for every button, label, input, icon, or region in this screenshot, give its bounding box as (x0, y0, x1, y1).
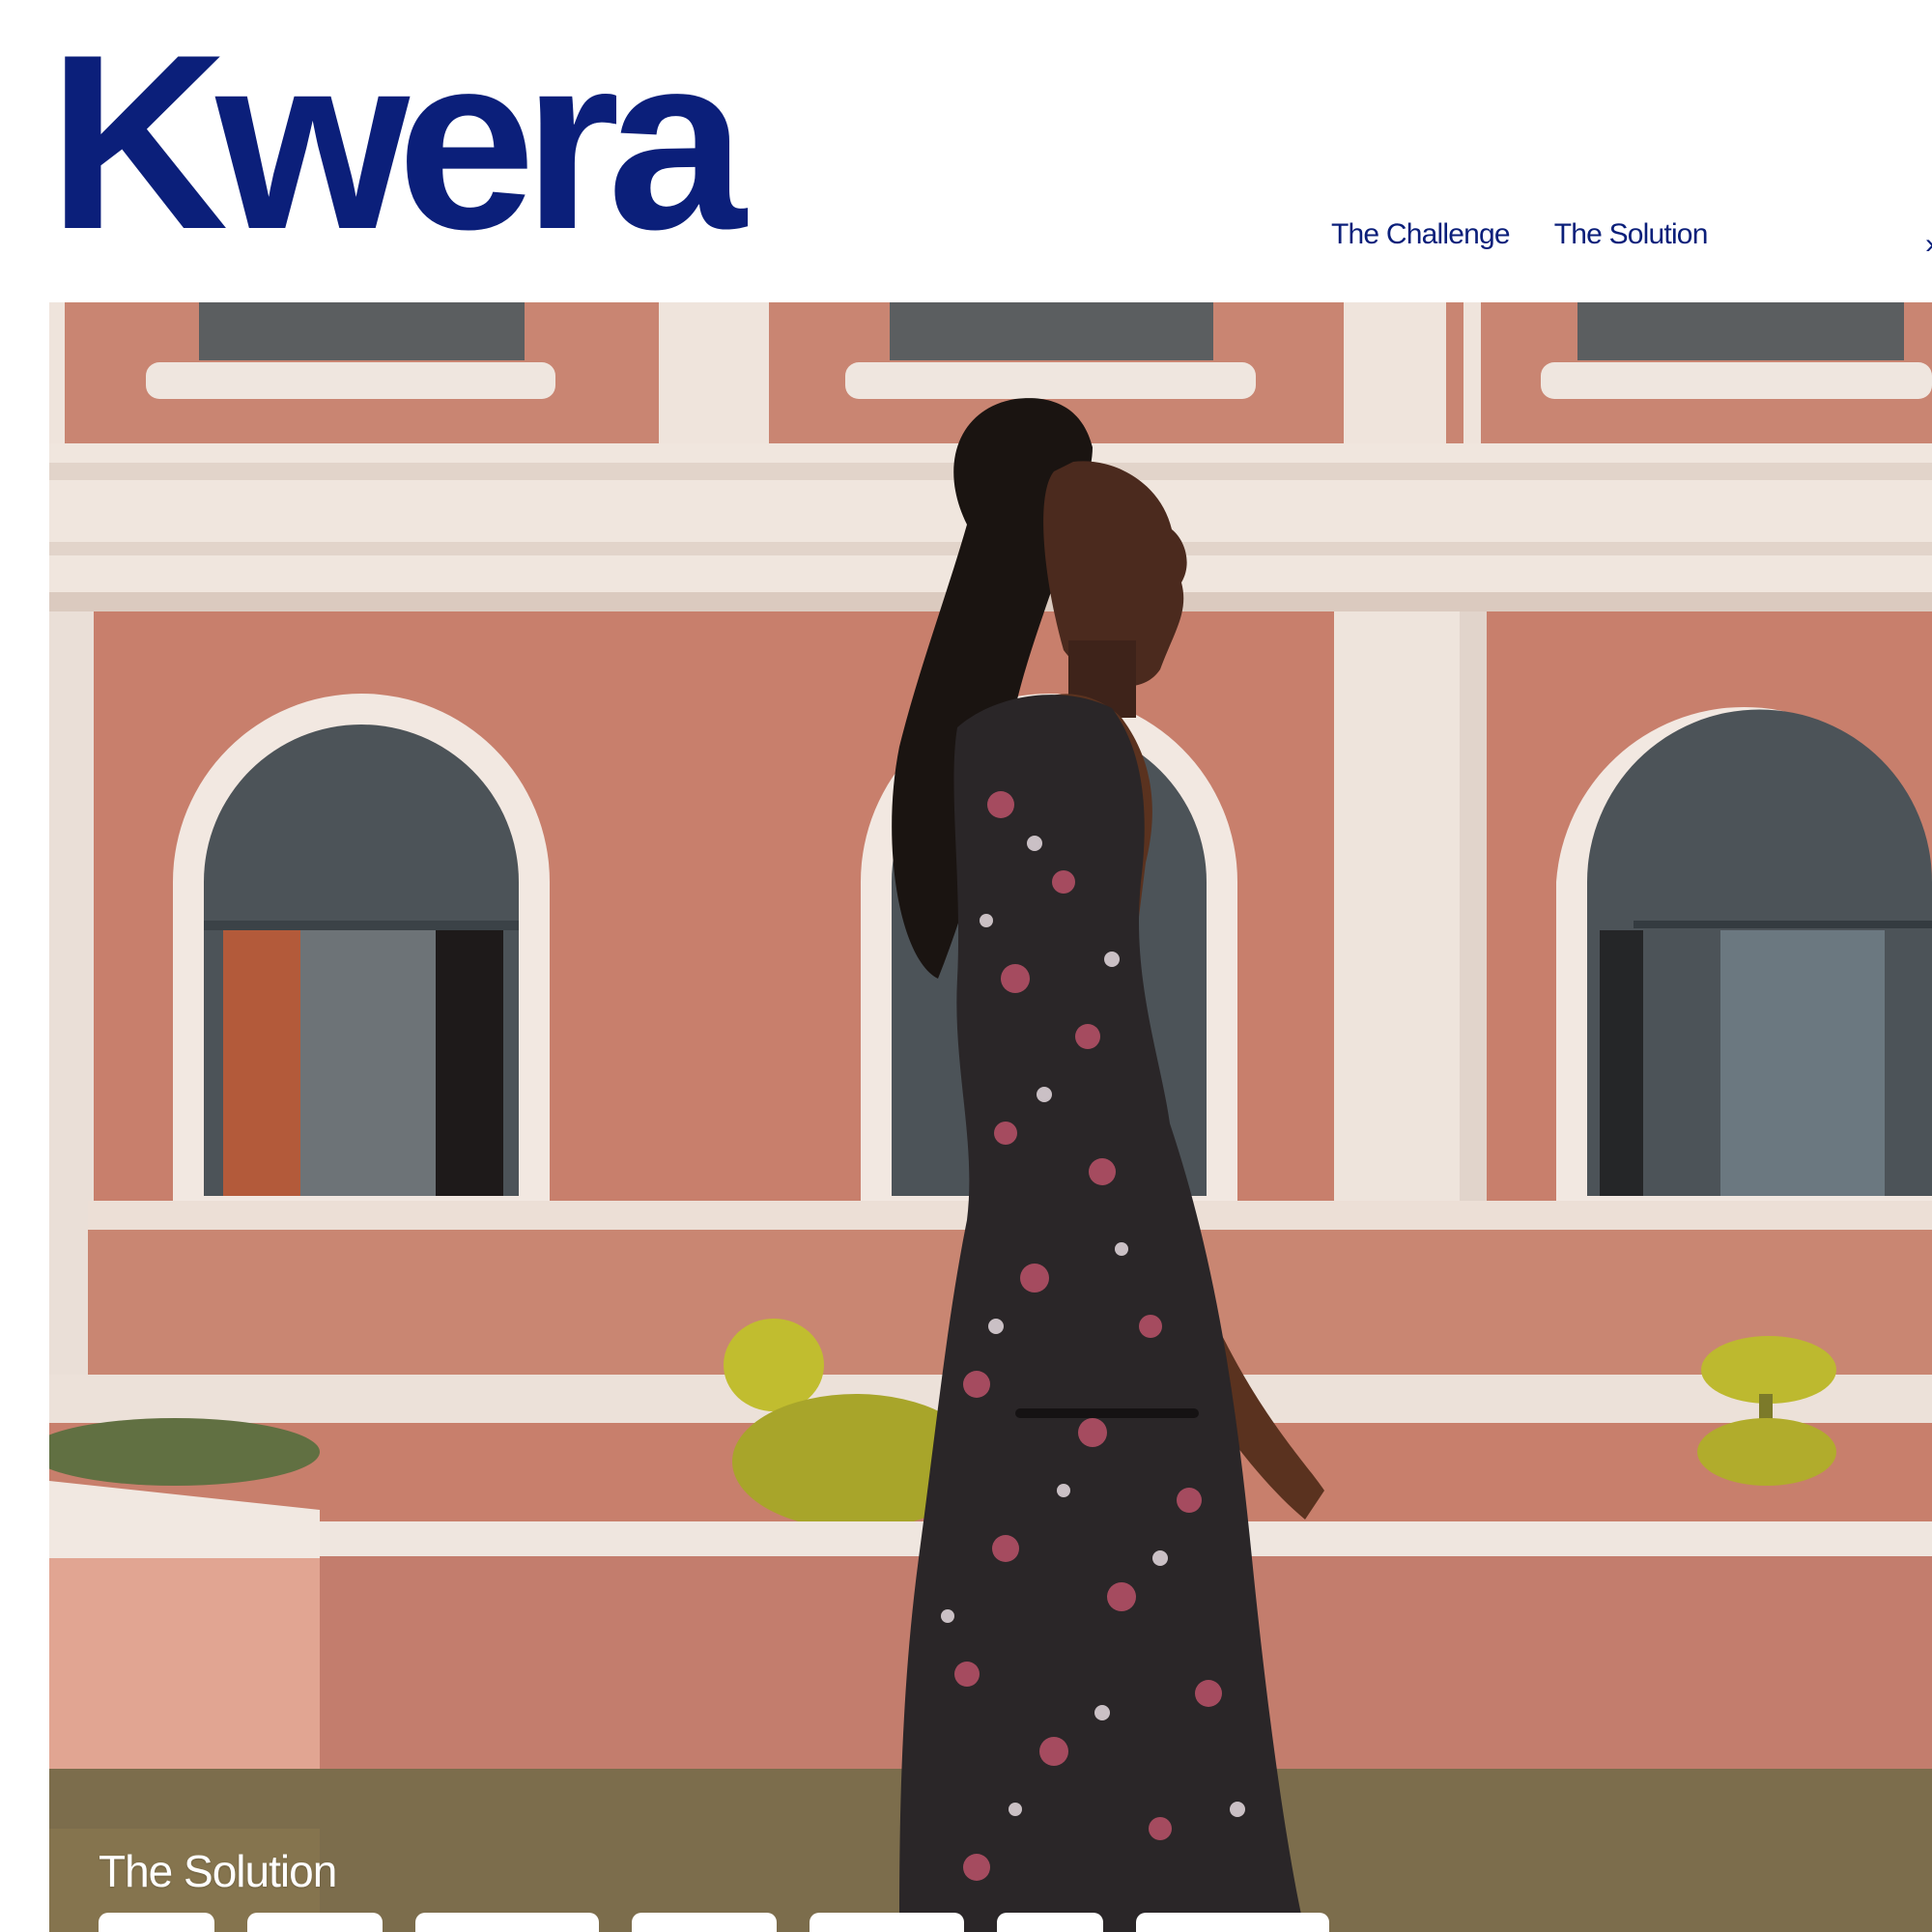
nav-overflow-indicator-icon: › (1925, 228, 1932, 260)
site-header: Kwera The Challenge The Solution › (0, 0, 1932, 302)
upper-window-right (1577, 302, 1904, 360)
upper-window-center (890, 302, 1213, 360)
hero-photo (49, 302, 1932, 1932)
hero-section-label: The Solution (99, 1846, 337, 1896)
hero-heading-clipped (99, 1913, 1470, 1932)
kwera-logo[interactable]: Kwera (48, 17, 746, 267)
main-nav: The Challenge The Solution (1331, 218, 1708, 251)
shrub-left (724, 1319, 824, 1411)
upper-window-left (199, 302, 525, 360)
shrub-right (1701, 1336, 1836, 1404)
page: Kwera The Challenge The Solution › (0, 0, 1932, 1932)
nav-link-the-solution[interactable]: The Solution (1554, 218, 1709, 251)
hero-section: The Solution (49, 302, 1932, 1932)
nav-link-the-challenge[interactable]: The Challenge (1331, 218, 1511, 251)
